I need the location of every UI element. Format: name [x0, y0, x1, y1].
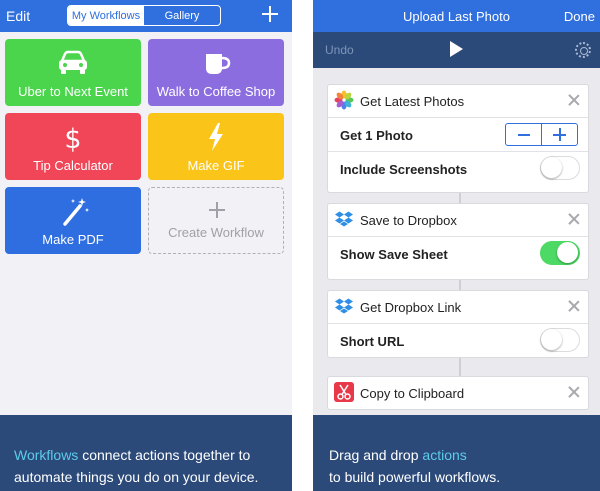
page-title: Upload Last Photo [403, 9, 510, 24]
action-title: Copy to Clipboard [360, 386, 465, 401]
close-icon[interactable] [568, 94, 580, 106]
toggle-knob [557, 242, 578, 263]
action-card-save-to-dropbox[interactable]: Save to Dropbox Show Save Sheet [327, 203, 589, 280]
photos-icon [334, 90, 354, 110]
promo-caption: Drag and drop actions to build powerful w… [313, 415, 600, 491]
workflow-tile-tip[interactable]: $ Tip Calculator [5, 113, 141, 180]
action-card-copy-to-clipboard[interactable]: Copy to Clipboard [327, 376, 589, 410]
tile-label: Create Workflow [168, 225, 264, 240]
action-header: Copy to Clipboard [328, 377, 588, 409]
parameter-label: Show Save Sheet [340, 247, 448, 262]
toggle-knob [541, 329, 562, 350]
edit-button[interactable]: Edit [6, 8, 30, 24]
connector [459, 280, 461, 290]
caption-highlight: Workflows [14, 447, 79, 463]
tile-label: Walk to Coffee Shop [156, 84, 276, 99]
caption-text: to build powerful workflows. [329, 469, 501, 485]
show-save-sheet-toggle[interactable] [540, 241, 580, 265]
connector [459, 358, 461, 376]
dropbox-icon [335, 211, 353, 227]
parameter-label: Short URL [340, 334, 405, 349]
tab-gallery[interactable]: Gallery [144, 6, 220, 25]
scissors-icon [334, 382, 354, 402]
divider [292, 0, 313, 491]
close-icon[interactable] [568, 300, 580, 312]
tab-my-workflows[interactable]: My Workflows [68, 6, 144, 25]
action-title: Save to Dropbox [360, 213, 457, 228]
action-card-get-latest-photos[interactable]: Get Latest Photos Get 1 Photo Include Sc… [327, 84, 589, 193]
increment-button[interactable] [542, 124, 577, 145]
nav-bar: Edit My Workflows Gallery [0, 0, 292, 32]
workflow-tile-gif[interactable]: Make GIF [148, 113, 284, 180]
connector [459, 193, 461, 203]
close-icon[interactable] [568, 213, 580, 225]
short-url-toggle[interactable] [540, 328, 580, 352]
action-title: Get Latest Photos [360, 94, 465, 109]
play-icon[interactable] [450, 41, 463, 57]
magic-wand-icon [63, 198, 89, 226]
nav-bar: Upload Last Photo Done [313, 0, 600, 32]
undo-button[interactable]: Undo [325, 43, 354, 57]
action-header: Save to Dropbox [328, 204, 588, 236]
tile-label: Tip Calculator [33, 158, 113, 173]
car-icon [59, 50, 87, 74]
toolbar: Undo [313, 32, 600, 68]
workflow-tile-walk[interactable]: Walk to Coffee Shop [148, 39, 284, 106]
action-card-get-dropbox-link[interactable]: Get Dropbox Link Short URL [327, 290, 589, 358]
photo-count-stepper [505, 123, 578, 146]
caption-highlight: actions [422, 447, 467, 463]
workflow-tile-pdf[interactable]: Make PDF [5, 187, 141, 254]
segmented-control: My Workflows Gallery [67, 5, 221, 26]
action-header: Get Latest Photos [328, 85, 588, 117]
workflow-tile-uber[interactable]: Uber to Next Event [5, 39, 141, 106]
parameter-row: Short URL [328, 323, 588, 357]
dollar-icon: $ [64, 124, 81, 152]
parameter-label: Get 1 Photo [340, 128, 413, 143]
tile-label: Uber to Next Event [18, 84, 128, 99]
tile-label: Make GIF [187, 158, 245, 173]
toggle-knob [541, 157, 562, 178]
editor-screen: Upload Last Photo Done Undo Get Latest P… [313, 0, 600, 491]
promo-caption: Workflows connect actions together to au… [0, 415, 292, 491]
decrement-button[interactable] [506, 124, 542, 145]
svg-text:$: $ [64, 124, 81, 152]
caption-text: Drag and drop [329, 447, 423, 463]
plus-icon[interactable] [262, 6, 278, 22]
include-screenshots-toggle[interactable] [540, 156, 580, 180]
parameter-label: Include Screenshots [340, 162, 468, 177]
close-icon[interactable] [568, 386, 580, 398]
done-button[interactable]: Done [564, 9, 595, 24]
action-header: Get Dropbox Link [328, 291, 588, 323]
workflows-screen: Edit My Workflows Gallery Uber to Next E… [0, 0, 292, 491]
parameter-row: Show Save Sheet [328, 236, 588, 270]
tile-label: Make PDF [42, 232, 104, 247]
plus-icon [209, 202, 225, 218]
create-workflow-button[interactable]: Create Workflow [148, 187, 284, 254]
mug-icon [206, 54, 231, 74]
dropbox-icon [335, 298, 353, 314]
parameter-row: Include Screenshots [328, 151, 588, 185]
bolt-icon [209, 123, 223, 151]
gear-icon[interactable] [575, 42, 591, 58]
action-title: Get Dropbox Link [360, 300, 462, 315]
parameter-row: Get 1 Photo [328, 117, 588, 151]
